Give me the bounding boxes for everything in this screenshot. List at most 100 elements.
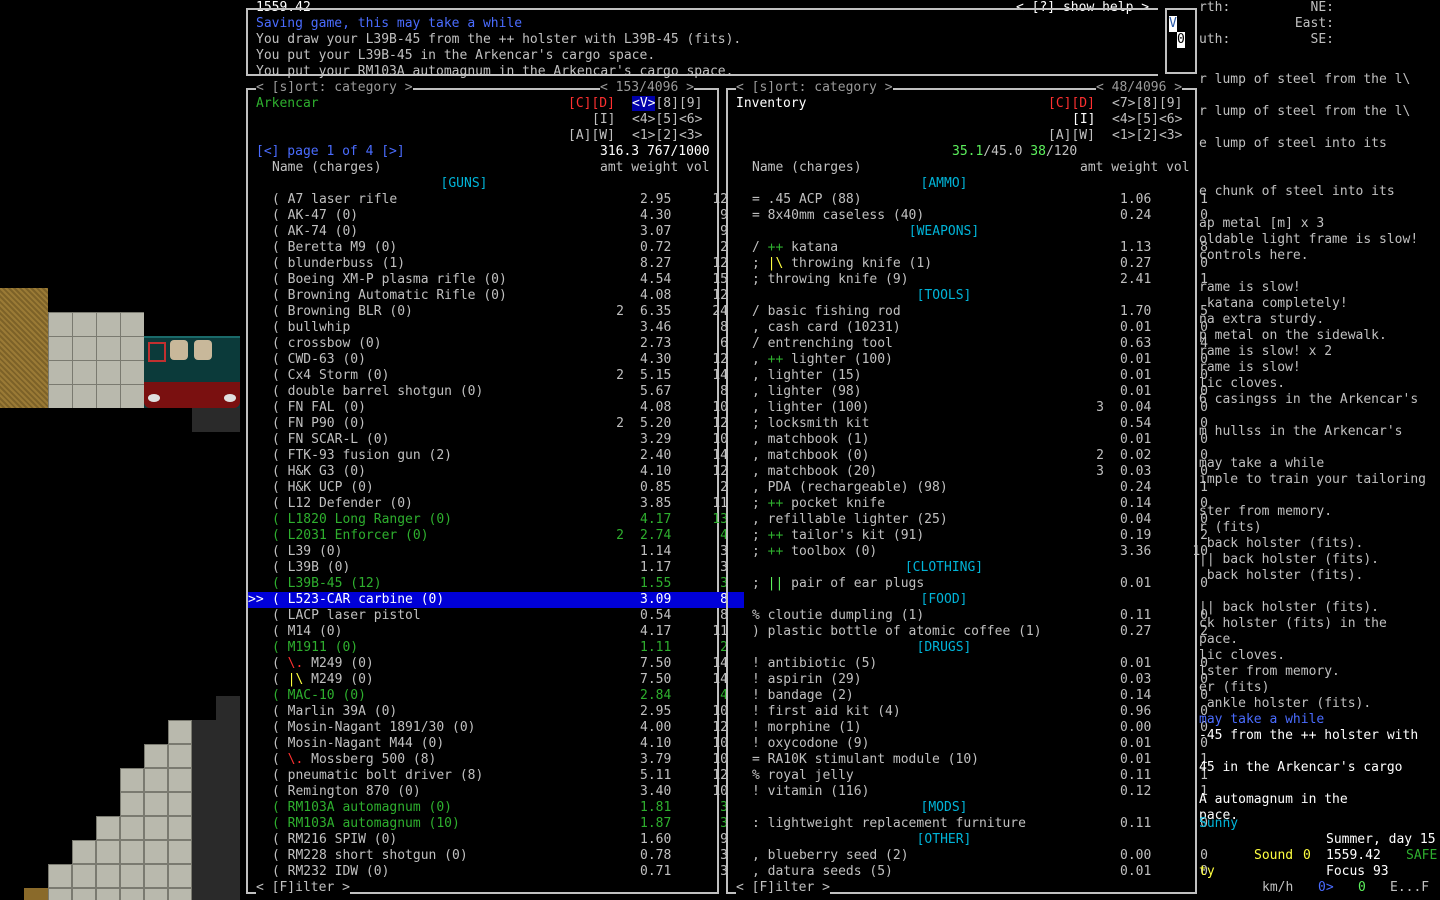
item-row[interactable]: = 8x40mm caseless (40) 0.24 0 [728, 208, 1224, 224]
left-pagination[interactable]: [<] page 1 of 4 [>] [256, 144, 405, 160]
item-row[interactable]: ( Boeing XM-P plasma rifle (0) 4.54 15 [248, 272, 744, 288]
item-row[interactable]: / ++ katana 1.13 8 [728, 240, 1224, 256]
left-dir-row2b[interactable]: <4>[5]<6> [632, 112, 702, 128]
item-row[interactable]: ( Mosin-Nagant M44 (0) 4.10 10 [248, 736, 744, 752]
item-row[interactable]: ( L2031 Enforcer (0) 2 2.74 4 [248, 528, 744, 544]
right-dir-row2a[interactable]: [I] [1072, 112, 1095, 128]
right-filter-button[interactable]: < [F]ilter > [736, 880, 830, 896]
item-row[interactable]: ! aspirin (29) 0.03 0 [728, 672, 1224, 688]
item-row[interactable]: ( L12 Defender (0) 3.85 11 [248, 496, 744, 512]
item-row[interactable]: ( FTK-93 fusion gun (2) 2.40 14 [248, 448, 744, 464]
item-row[interactable]: ( blunderbuss (1) 8.27 12 [248, 256, 744, 272]
right-dir-row1[interactable]: <7>[8][9] [1112, 96, 1182, 112]
right-dir-row3a[interactable]: [A][W] [1048, 128, 1095, 144]
item-row[interactable]: , lighter (100) 3 0.04 0 [728, 400, 1224, 416]
item-row[interactable]: / entrenching tool 0.63 4 [728, 336, 1224, 352]
item-row[interactable]: ( RM103A automagnum (0) 1.81 3 [248, 800, 744, 816]
item-row[interactable]: ; ++ toolbox (0) 3.36 10 [728, 544, 1224, 560]
item-row[interactable]: , ++ lighter (100) 0.01 0 [728, 352, 1224, 368]
item-row[interactable]: : lightweight replacement furniture 0.11 0 [728, 816, 1224, 832]
item-row[interactable]: , matchbook (20) 3 0.03 0 [728, 464, 1224, 480]
right-sort-button[interactable]: < [s]ort: category > [736, 80, 893, 96]
item-row[interactable]: % cloutie dumpling (1) 0.11 0 [728, 608, 1224, 624]
item-row[interactable]: ( bullwhip 3.46 8 [248, 320, 744, 336]
item-row[interactable]: , refillable lighter (25) 0.04 0 [728, 512, 1224, 528]
left-filter-button[interactable]: < [F]ilter > [256, 880, 350, 896]
item-row[interactable]: % royal jelly 0.11 1 [728, 768, 1224, 784]
item-row[interactable]: ! vitamin (116) 0.12 1 [728, 784, 1224, 800]
item-row[interactable]: = .45 ACP (88) 1.06 1 [728, 192, 1224, 208]
item-row[interactable]: ( Browning BLR (0) 2 6.35 24 [248, 304, 744, 320]
item-row[interactable]: ! bandage (2) 0.14 0 [728, 688, 1224, 704]
left-dir-row1[interactable]: <V>[8][9] [632, 96, 702, 112]
item-row[interactable]: ( \. Mossberg 500 (8) 3.79 10 [248, 752, 744, 768]
item-row[interactable]: ) plastic bottle of atomic coffee (1) 0.2… [728, 624, 1224, 640]
item-row[interactable]: ( double barrel shotgun (0) 5.67 8 [248, 384, 744, 400]
item-row[interactable]: ( Remington 870 (0) 3.40 10 [248, 784, 744, 800]
item-row[interactable]: ( H&K G3 (0) 4.10 12 [248, 464, 744, 480]
item-row[interactable]: ( L1820 Long Ranger (0) 4.17 13 [248, 512, 744, 528]
right-dir-row3b[interactable]: <1>[2]<3> [1112, 128, 1182, 144]
item-row[interactable]: ( crossbow (0) 2.73 6 [248, 336, 744, 352]
left-dir-keys[interactable]: [8][9] [655, 96, 702, 111]
item-row[interactable]: ( \. M249 (0) 7.50 14 [248, 656, 744, 672]
item-row[interactable]: = RA10K stimulant module (10) 0.01 1 [728, 752, 1224, 768]
item-row[interactable]: , matchbook (0) 2 0.02 0 [728, 448, 1224, 464]
item-row[interactable]: ( Marlin 39A (0) 2.95 10 [248, 704, 744, 720]
item-row[interactable]: ( AK-47 (0) 4.30 9 [248, 208, 744, 224]
item-row[interactable]: ( |\ M249 (0) 7.50 14 [248, 672, 744, 688]
item-row[interactable]: , matchbook (1) 0.01 0 [728, 432, 1224, 448]
item-row[interactable]: , blueberry seed (2) 0.00 0 [728, 848, 1224, 864]
item-row[interactable]: ( L39 (0) 1.14 3 [248, 544, 744, 560]
item-row[interactable]: ( pneumatic bolt driver (8) 5.11 12 [248, 768, 744, 784]
item-row[interactable]: ( H&K UCP (0) 0.85 2 [248, 480, 744, 496]
item-row[interactable]: ; locksmith kit 0.54 0 [728, 416, 1224, 432]
item-row[interactable]: ( A7 laser rifle 2.95 12 [248, 192, 744, 208]
item-row[interactable]: ; ++ pocket knife 0.14 0 [728, 496, 1224, 512]
item-row[interactable]: ( MAC-10 (0) 2.84 4 [248, 688, 744, 704]
item-row[interactable]: ( Browning Automatic Rifle (0) 4.08 12 [248, 288, 744, 304]
item-row[interactable]: ( FN P90 (0) 2 5.20 12 [248, 416, 744, 432]
item-row[interactable]: ( RM232 IDW (0) 0.71 3 [248, 864, 744, 880]
item-row[interactable]: ( FN FAL (0) 4.08 10 [248, 400, 744, 416]
item-row[interactable]: ; |\ throwing knife (1) 0.27 0 [728, 256, 1224, 272]
item-row[interactable]: ( RM103A automagnum (10) 1.87 3 [248, 816, 744, 832]
left-sort-button[interactable]: < [s]ort: category > [256, 80, 413, 96]
item-row[interactable]: , PDA (rechargeable) (98) 0.24 1 [728, 480, 1224, 496]
item-row[interactable]: ( RM228 short shotgun (0) 0.78 3 [248, 848, 744, 864]
item-row[interactable]: ! first aid kit (4) 0.96 0 [728, 704, 1224, 720]
right-cd-keys[interactable]: [C][D] [1048, 96, 1095, 112]
item-row[interactable]: ; ++ tailor's kit (91) 0.19 2 [728, 528, 1224, 544]
left-dir-row3a[interactable]: [A][W] [568, 128, 615, 144]
item-row[interactable]: , lighter (15) 0.01 0 [728, 368, 1224, 384]
item-row[interactable]: ( Cx4 Storm (0) 2 5.15 14 [248, 368, 744, 384]
vehicle-arkencar[interactable] [144, 336, 240, 408]
item-row[interactable]: ( M1911 (0) 1.11 2 [248, 640, 744, 656]
item-row[interactable]: ( RM216 SPIW (0) 1.60 9 [248, 832, 744, 848]
item-row[interactable]: ; throwing knife (9) 2.41 1 [728, 272, 1224, 288]
item-row[interactable]: ( M14 (0) 4.17 11 [248, 624, 744, 640]
item-row[interactable]: ( CWD-63 (0) 4.30 12 [248, 352, 744, 368]
item-row[interactable]: ! antibiotic (5) 0.01 0 [728, 656, 1224, 672]
item-row[interactable]: , datura seeds (5) 0.01 0 [728, 864, 1224, 880]
left-dir-row3b[interactable]: <1>[2]<3> [632, 128, 702, 144]
item-row[interactable]: ( L39B (0) 1.17 3 [248, 560, 744, 576]
item-row[interactable]: ( LACP laser pistol 0.54 8 [248, 608, 744, 624]
item-row[interactable]: ; || pair of ear plugs 0.01 0 [728, 576, 1224, 592]
right-dir-row2b[interactable]: <4>[5]<6> [1112, 112, 1182, 128]
item-row[interactable]: , cash card (10231) 0.01 0 [728, 320, 1224, 336]
item-row[interactable]: , lighter (98) 0.01 0 [728, 384, 1224, 400]
left-dir-selected[interactable]: <V> [632, 96, 656, 111]
item-row[interactable]: ( AK-74 (0) 3.07 9 [248, 224, 744, 240]
item-row[interactable]: / basic fishing rod 1.70 5 [728, 304, 1224, 320]
item-row[interactable]: ( FN SCAR-L (0) 3.29 10 [248, 432, 744, 448]
item-row[interactable]: ( Mosin-Nagant 1891/30 (0) 4.00 12 [248, 720, 744, 736]
item-row[interactable]: ! oxycodone (9) 0.01 0 [728, 736, 1224, 752]
item-row[interactable]: ( Beretta M9 (0) 0.72 2 [248, 240, 744, 256]
left-dir-row2a[interactable]: [I] [592, 112, 615, 128]
item-row[interactable]: ! morphine (1) 0.00 0 [728, 720, 1224, 736]
safe-mode-indicator[interactable]: SAFE [1406, 848, 1437, 864]
left-cd-keys[interactable]: [C][D] [568, 96, 615, 112]
item-row[interactable]: >> ( L523-CAR carbine (0) 3.09 8 [248, 592, 744, 608]
item-row[interactable]: ( L39B-45 (12) 1.55 3 [248, 576, 744, 592]
